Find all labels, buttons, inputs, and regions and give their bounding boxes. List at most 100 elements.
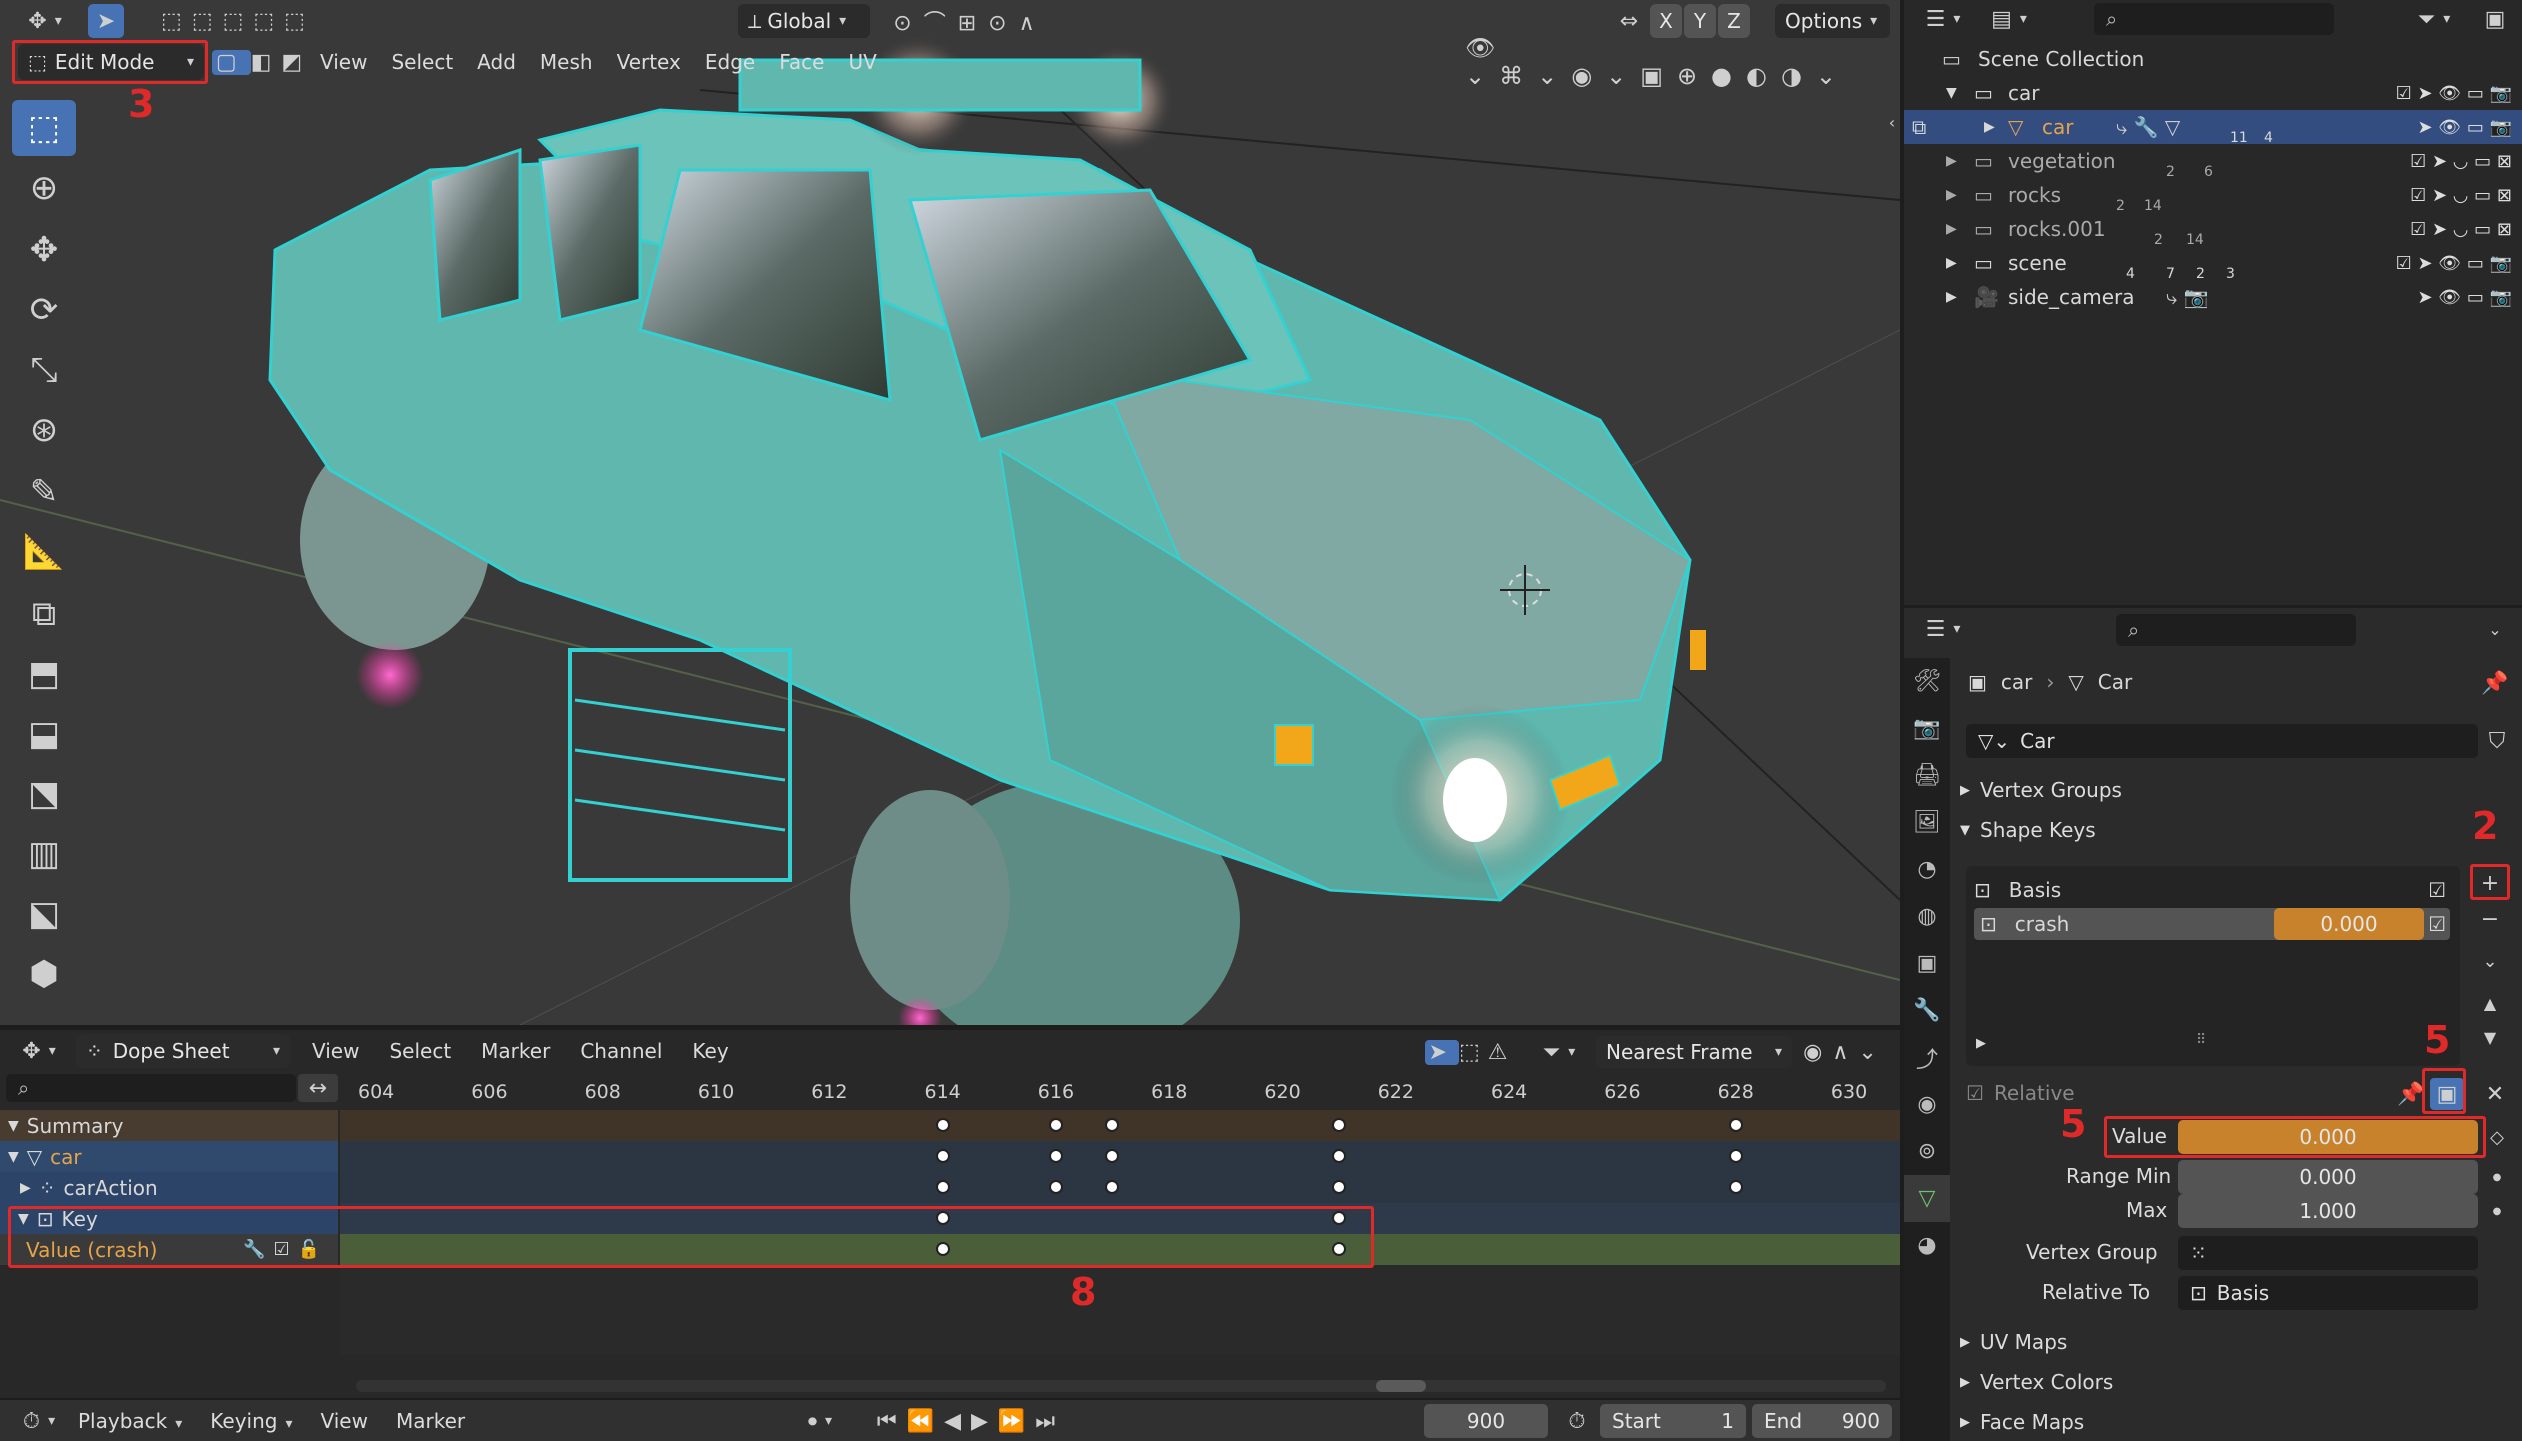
- end-frame-field[interactable]: End 900: [1752, 1404, 1892, 1438]
- specials-chevron-icon[interactable]: ⌄: [2472, 946, 2508, 976]
- keyframe[interactable]: [1728, 1149, 1743, 1163]
- vertex-groups-panel-header[interactable]: ▶ Vertex Groups: [1960, 772, 2122, 808]
- output-tab-icon[interactable]: 🖨: [1904, 752, 1950, 799]
- edit-mode-shape-icon[interactable]: ▣: [2430, 1078, 2464, 1110]
- particles-tab-icon[interactable]: ⤴: [1904, 1034, 1950, 1081]
- modifier-tab-icon[interactable]: 🔧: [1904, 987, 1950, 1034]
- loop-cut-icon[interactable]: ▥: [12, 826, 76, 882]
- uv-maps-panel-header[interactable]: ▶ UV Maps: [1960, 1324, 2067, 1360]
- move-down-icon[interactable]: ▼: [2472, 1022, 2508, 1052]
- properties-editor-icon[interactable]: ☰ ▾: [1918, 612, 1968, 646]
- move-up-icon[interactable]: ▲: [2472, 988, 2508, 1018]
- poly-build-icon[interactable]: ⬢: [12, 946, 76, 1002]
- menu-view[interactable]: View: [320, 50, 367, 74]
- frame-ruler[interactable]: [340, 1074, 1900, 1104]
- keyframe[interactable]: [1332, 1118, 1347, 1132]
- menu-playback[interactable]: Playback ▾: [78, 1409, 182, 1433]
- outliner-row-side-camera[interactable]: ▶ 🎥 side_camera ⤷ 📷 ➤ 👁 ▭ 📷: [1904, 280, 2522, 314]
- snap-mode-dropdown[interactable]: Nearest Frame ▾: [1596, 1036, 1792, 1068]
- animate-dot-icon[interactable]: ●: [2482, 1160, 2512, 1194]
- outliner-row-vegetation[interactable]: ▶ ▭ vegetation 2 6 ☑ ➤ ◡ ▭ ⊠: [1904, 144, 2522, 180]
- shading-icons[interactable]: 👁⌄⌘⌄◉⌄▣⊕●◐◑⌄: [1465, 34, 1885, 90]
- knife-icon[interactable]: ⬕: [12, 886, 76, 942]
- select-cursor-icon[interactable]: ➤: [88, 4, 124, 38]
- keyframe[interactable]: [1332, 1242, 1347, 1256]
- menu-marker[interactable]: Marker: [396, 1409, 465, 1433]
- axis-x-toggle[interactable]: X: [1650, 4, 1682, 38]
- menu-channel[interactable]: Channel: [580, 1039, 662, 1063]
- outliner-row-car-object[interactable]: ⧉ ▶ ▽ car ⤷ 🔧 ▽ 11 4 ➤ 👁 ▭ 📷: [1904, 110, 2522, 146]
- options-dropdown[interactable]: Options ▾: [1775, 4, 1890, 38]
- dopesheet-mode-dropdown[interactable]: ⁘ Dope Sheet ▾: [76, 1034, 290, 1068]
- vertex-colors-panel-header[interactable]: ▶ Vertex Colors: [1960, 1364, 2113, 1400]
- channel-value-crash[interactable]: Value (crash) 🔧☑🔓: [0, 1234, 338, 1265]
- keyframe[interactable]: [935, 1149, 950, 1163]
- range-min-field[interactable]: 0.000: [2178, 1160, 2478, 1194]
- keyframe[interactable]: [1728, 1118, 1743, 1132]
- measure-icon[interactable]: 📐: [12, 524, 76, 580]
- channel-car[interactable]: ▼ ▽ car: [0, 1141, 338, 1172]
- channel-caraction[interactable]: ▶ ⁘ carAction: [0, 1172, 338, 1203]
- value-slider[interactable]: 0.000: [2178, 1120, 2478, 1154]
- move-icon[interactable]: ✥: [12, 222, 76, 278]
- transform-orientation-dropdown[interactable]: ⟂ Global ▾: [738, 4, 870, 38]
- material-tab-icon[interactable]: ◕: [1904, 1222, 1950, 1269]
- relative-to-field[interactable]: ⊡ Basis: [2178, 1276, 2478, 1310]
- menu-view[interactable]: View: [312, 1039, 359, 1063]
- constraints-tab-icon[interactable]: ⊚: [1904, 1128, 1950, 1175]
- menu-edge[interactable]: Edge: [705, 50, 755, 74]
- outliner-row-scene-collection[interactable]: ▭ Scene Collection: [1904, 42, 2522, 76]
- face-maps-panel-header[interactable]: ▶ Face Maps: [1960, 1404, 2084, 1440]
- keyframe[interactable]: [935, 1118, 950, 1132]
- row-visibility-icons[interactable]: ➤ 👁 ▭ 📷: [2417, 117, 2512, 138]
- menu-face[interactable]: Face: [779, 50, 824, 74]
- properties-search-input[interactable]: ⌕: [2116, 614, 2356, 646]
- outliner-editor-icon[interactable]: ☰ ▾: [1918, 2, 1968, 36]
- only-selected-icons[interactable]: ➤ ⬚⚠: [1422, 1036, 1518, 1068]
- list-expand-icon[interactable]: ▶: [1976, 1036, 1986, 1051]
- row-visibility-icons[interactable]: ☑ ➤ ◡ ▭ ⊠: [2410, 151, 2512, 172]
- add-cube-icon[interactable]: ⧉: [12, 586, 76, 642]
- scene-tab-icon[interactable]: ◔: [1904, 846, 1950, 893]
- world-tab-icon[interactable]: ◍: [1904, 893, 1950, 940]
- keyframe[interactable]: [1332, 1180, 1347, 1194]
- remove-shape-key-icon[interactable]: −: [2472, 904, 2508, 934]
- channel-toggle-icons[interactable]: 🔧☑🔓: [243, 1239, 328, 1260]
- keyframe[interactable]: [935, 1211, 950, 1225]
- axis-z-toggle[interactable]: Z: [1718, 4, 1750, 38]
- channel-key[interactable]: ▼ ⊡ Key: [0, 1203, 338, 1234]
- channel-summary[interactable]: ▼ Summary: [0, 1110, 338, 1141]
- sidebar-toggle-icon[interactable]: ‹: [1885, 110, 1899, 134]
- keyframe[interactable]: [935, 1180, 950, 1194]
- editor-type-icon[interactable]: ✥ ▾: [20, 4, 70, 38]
- menu-key[interactable]: Key: [692, 1039, 728, 1063]
- menu-keying[interactable]: Keying ▾: [210, 1409, 292, 1433]
- options-chevron-icon[interactable]: ⌄: [2478, 612, 2512, 646]
- max-field[interactable]: 1.000: [2178, 1194, 2478, 1228]
- menu-select[interactable]: Select: [389, 1039, 451, 1063]
- channel-search-input[interactable]: ⌕: [6, 1074, 296, 1102]
- inset-icon[interactable]: ⬓: [12, 706, 76, 762]
- relative-checkbox[interactable]: ☑ Relative: [1966, 1076, 2075, 1110]
- stopwatch-icon[interactable]: ⏱: [1560, 1404, 1594, 1438]
- display-mode-icon[interactable]: ▤ ▾: [1984, 2, 2034, 36]
- shape-key-item[interactable]: ⊡ Basis ☑: [1974, 874, 2450, 906]
- view-layer-tab-icon[interactable]: 🖼: [1904, 799, 1950, 846]
- scale-icon[interactable]: ⤡: [12, 342, 76, 398]
- start-frame-field[interactable]: Start 1: [1600, 1404, 1746, 1438]
- keyframe[interactable]: [1728, 1180, 1743, 1194]
- menu-marker[interactable]: Marker: [481, 1039, 550, 1063]
- menu-add[interactable]: Add: [477, 50, 516, 74]
- mesh-data-tab-icon[interactable]: ▽: [1904, 1175, 1950, 1222]
- keyframe[interactable]: [1332, 1149, 1347, 1163]
- swap-icon[interactable]: ↔: [298, 1074, 338, 1102]
- pin-icon[interactable]: 📌: [2478, 666, 2512, 700]
- menu-select[interactable]: Select: [391, 50, 453, 74]
- outliner-row-rocks-001[interactable]: ▶ ▭ rocks.001 2 14 ☑ ➤ ◡ ▭ ⊠: [1904, 212, 2522, 248]
- keyframe-diamond-icon[interactable]: ◇: [2482, 1120, 2512, 1154]
- row-visibility-icons[interactable]: ☑ ➤ ◡ ▭ ⊠: [2410, 219, 2512, 240]
- timeline-editor-icon[interactable]: ⏱ ▾: [14, 1404, 64, 1438]
- horizontal-scrollbar[interactable]: [356, 1380, 1886, 1392]
- current-frame-field[interactable]: 900: [1424, 1404, 1548, 1438]
- outliner-search-input[interactable]: ⌕: [2094, 3, 2334, 35]
